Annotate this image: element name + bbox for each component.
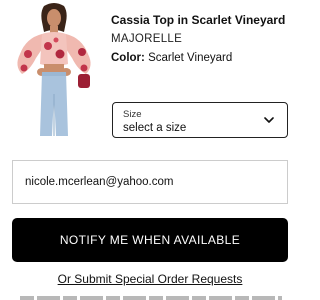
email-field[interactable] bbox=[12, 160, 288, 204]
color-info: Color: Scarlet Vineyard bbox=[111, 51, 232, 65]
size-select[interactable]: Size select a size bbox=[112, 102, 288, 138]
special-order-link[interactable]: Or Submit Special Order Requests bbox=[0, 272, 300, 287]
brand-name[interactable]: MAJORELLE bbox=[111, 32, 182, 46]
size-select-label: Size bbox=[123, 109, 142, 120]
product-image[interactable] bbox=[6, 2, 102, 138]
color-value: Scarlet Vineyard bbox=[148, 52, 233, 64]
product-title: Cassia Top in Scarlet Vineyard bbox=[111, 13, 286, 27]
model-photo-illustration bbox=[6, 2, 102, 138]
cut-off-text-line bbox=[20, 296, 282, 300]
chevron-down-icon bbox=[264, 117, 274, 123]
notify-me-button[interactable]: NOTIFY ME WHEN AVAILABLE bbox=[12, 218, 288, 262]
size-select-value: select a size bbox=[123, 122, 187, 134]
product-page: Cassia Top in Scarlet Vineyard MAJORELLE… bbox=[0, 0, 300, 300]
color-label: Color: bbox=[111, 52, 145, 64]
